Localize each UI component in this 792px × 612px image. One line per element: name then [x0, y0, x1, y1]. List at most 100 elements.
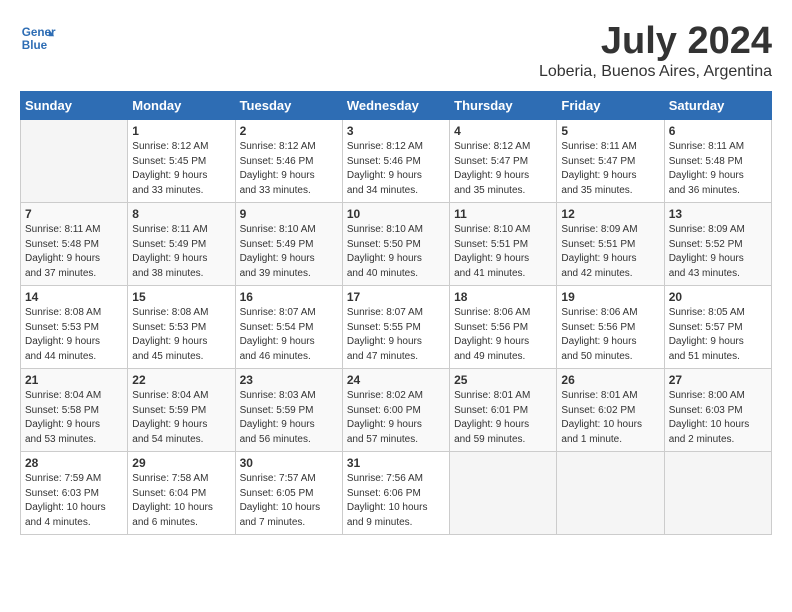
day-info: Sunrise: 7:59 AM Sunset: 6:03 PM Dayligh… — [25, 472, 123, 530]
day-number: 27 — [669, 373, 767, 387]
day-info: Sunrise: 8:08 AM Sunset: 5:53 PM Dayligh… — [25, 306, 123, 364]
calendar-day-cell: 29Sunrise: 7:58 AM Sunset: 6:04 PM Dayli… — [128, 452, 235, 535]
calendar-day-cell: 22 Sunrise: 8:04 AM Sunset: 5:59 PM Dayli… — [128, 369, 235, 452]
day-number: 7 — [25, 207, 123, 221]
calendar-day-cell: 2Sunrise: 8:12 AM Sunset: 5:46 PM Daylig… — [235, 120, 342, 203]
day-number: 22 — [132, 373, 230, 387]
day-number: 25 — [454, 373, 552, 387]
calendar-day-cell: 28 Sunrise: 7:59 AM Sunset: 6:03 PM Dayli… — [21, 452, 128, 535]
calendar-day-cell: 9Sunrise: 8:10 AM Sunset: 5:49 PM Daylig… — [235, 203, 342, 286]
day-info: Sunrise: 8:11 AM Sunset: 5:47 PM Dayligh… — [561, 140, 659, 198]
calendar-day-cell: 13Sunrise: 8:09 AM Sunset: 5:52 PM Dayli… — [664, 203, 771, 286]
day-number: 10 — [347, 207, 445, 221]
calendar-day-cell: 30Sunrise: 7:57 AM Sunset: 6:05 PM Dayli… — [235, 452, 342, 535]
day-info: Sunrise: 8:07 AM Sunset: 5:54 PM Dayligh… — [240, 306, 338, 364]
day-number: 5 — [561, 124, 659, 138]
calendar-day-cell: 7 Sunrise: 8:11 AM Sunset: 5:48 PM Daylig… — [21, 203, 128, 286]
day-info: Sunrise: 8:11 AM Sunset: 5:48 PM Dayligh… — [25, 223, 123, 281]
calendar-day-cell: 24 Sunrise: 8:02 AM Sunset: 6:00 PM Dayli… — [342, 369, 449, 452]
day-info: Sunrise: 8:01 AM Sunset: 6:01 PM Dayligh… — [454, 389, 552, 447]
calendar-day-cell: 16 Sunrise: 8:07 AM Sunset: 5:54 PM Dayli… — [235, 286, 342, 369]
calendar-header-cell: Monday — [128, 92, 235, 120]
calendar-day-cell: 25 Sunrise: 8:01 AM Sunset: 6:01 PM Dayli… — [450, 369, 557, 452]
day-number: 29 — [132, 456, 230, 470]
calendar-body: 1 Sunrise: 8:12 AM Sunset: 5:45 PM Daylig… — [21, 120, 772, 535]
calendar-day-cell: 8 Sunrise: 8:11 AM Sunset: 5:49 PM Daylig… — [128, 203, 235, 286]
calendar-header-cell: Saturday — [664, 92, 771, 120]
calendar-day-cell: 17 Sunrise: 8:07 AM Sunset: 5:55 PM Dayli… — [342, 286, 449, 369]
calendar-day-cell: 10Sunrise: 8:10 AM Sunset: 5:50 PM Dayli… — [342, 203, 449, 286]
day-info: Sunrise: 8:05 AM Sunset: 5:57 PM Dayligh… — [669, 306, 767, 364]
day-number: 16 — [240, 290, 338, 304]
day-number: 4 — [454, 124, 552, 138]
calendar-day-cell: 31 Sunrise: 7:56 AM Sunset: 6:06 PM Dayli… — [342, 452, 449, 535]
calendar-day-cell — [557, 452, 664, 535]
day-number: 18 — [454, 290, 552, 304]
month-title: July 2024 — [539, 20, 772, 63]
calendar-week-row: 21Sunrise: 8:04 AM Sunset: 5:58 PM Dayli… — [21, 369, 772, 452]
calendar-day-cell: 14 Sunrise: 8:08 AM Sunset: 5:53 PM Dayli… — [21, 286, 128, 369]
day-number: 19 — [561, 290, 659, 304]
day-number: 3 — [347, 124, 445, 138]
day-number: 23 — [240, 373, 338, 387]
day-number: 28 — [25, 456, 123, 470]
calendar-day-cell — [21, 120, 128, 203]
calendar-day-cell: 15 Sunrise: 8:08 AM Sunset: 5:53 PM Dayli… — [128, 286, 235, 369]
day-number: 8 — [132, 207, 230, 221]
day-info: Sunrise: 8:10 AM Sunset: 5:51 PM Dayligh… — [454, 223, 552, 281]
day-number: 20 — [669, 290, 767, 304]
day-info: Sunrise: 8:04 AM Sunset: 5:59 PM Dayligh… — [132, 389, 230, 447]
day-number: 31 — [347, 456, 445, 470]
day-info: Sunrise: 8:04 AM Sunset: 5:58 PM Dayligh… — [25, 389, 123, 447]
calendar-week-row: 28 Sunrise: 7:59 AM Sunset: 6:03 PM Dayli… — [21, 452, 772, 535]
calendar-header-cell: Wednesday — [342, 92, 449, 120]
title-area: July 2024 Loberia, Buenos Aires, Argenti… — [539, 20, 772, 81]
day-info: Sunrise: 8:09 AM Sunset: 5:52 PM Dayligh… — [669, 223, 767, 281]
calendar-day-cell: 4Sunrise: 8:12 AM Sunset: 5:47 PM Daylig… — [450, 120, 557, 203]
day-info: Sunrise: 8:02 AM Sunset: 6:00 PM Dayligh… — [347, 389, 445, 447]
day-info: Sunrise: 8:01 AM Sunset: 6:02 PM Dayligh… — [561, 389, 659, 447]
calendar-day-cell: 19Sunrise: 8:06 AM Sunset: 5:56 PM Dayli… — [557, 286, 664, 369]
logo-icon: General Blue — [20, 20, 56, 56]
day-info: Sunrise: 8:07 AM Sunset: 5:55 PM Dayligh… — [347, 306, 445, 364]
day-number: 17 — [347, 290, 445, 304]
day-number: 26 — [561, 373, 659, 387]
day-number: 1 — [132, 124, 230, 138]
calendar-day-cell: 6 Sunrise: 8:11 AM Sunset: 5:48 PM Daylig… — [664, 120, 771, 203]
day-number: 24 — [347, 373, 445, 387]
calendar-day-cell: 27Sunrise: 8:00 AM Sunset: 6:03 PM Dayli… — [664, 369, 771, 452]
calendar-day-cell: 23Sunrise: 8:03 AM Sunset: 5:59 PM Dayli… — [235, 369, 342, 452]
calendar-header-row: SundayMondayTuesdayWednesdayThursdayFrid… — [21, 92, 772, 120]
calendar-header-cell: Tuesday — [235, 92, 342, 120]
day-info: Sunrise: 8:11 AM Sunset: 5:49 PM Dayligh… — [132, 223, 230, 281]
calendar-day-cell: 1 Sunrise: 8:12 AM Sunset: 5:45 PM Daylig… — [128, 120, 235, 203]
calendar-header-cell: Thursday — [450, 92, 557, 120]
day-info: Sunrise: 8:06 AM Sunset: 5:56 PM Dayligh… — [454, 306, 552, 364]
day-info: Sunrise: 8:12 AM Sunset: 5:46 PM Dayligh… — [347, 140, 445, 198]
day-number: 6 — [669, 124, 767, 138]
day-number: 15 — [132, 290, 230, 304]
calendar-week-row: 1 Sunrise: 8:12 AM Sunset: 5:45 PM Daylig… — [21, 120, 772, 203]
day-info: Sunrise: 8:12 AM Sunset: 5:45 PM Dayligh… — [132, 140, 230, 198]
day-number: 2 — [240, 124, 338, 138]
calendar-day-cell — [664, 452, 771, 535]
calendar-day-cell: 5 Sunrise: 8:11 AM Sunset: 5:47 PM Daylig… — [557, 120, 664, 203]
calendar-day-cell: 20 Sunrise: 8:05 AM Sunset: 5:57 PM Dayli… — [664, 286, 771, 369]
day-number: 30 — [240, 456, 338, 470]
calendar-week-row: 14 Sunrise: 8:08 AM Sunset: 5:53 PM Dayli… — [21, 286, 772, 369]
location-title: Loberia, Buenos Aires, Argentina — [539, 63, 772, 81]
calendar-day-cell: 18 Sunrise: 8:06 AM Sunset: 5:56 PM Dayli… — [450, 286, 557, 369]
day-number: 12 — [561, 207, 659, 221]
calendar-table: SundayMondayTuesdayWednesdayThursdayFrid… — [20, 91, 772, 535]
calendar-header-cell: Sunday — [21, 92, 128, 120]
page-header: General Blue July 2024 Loberia, Buenos A… — [20, 20, 772, 81]
calendar-day-cell: 21Sunrise: 8:04 AM Sunset: 5:58 PM Dayli… — [21, 369, 128, 452]
day-info: Sunrise: 8:09 AM Sunset: 5:51 PM Dayligh… — [561, 223, 659, 281]
day-number: 14 — [25, 290, 123, 304]
day-info: Sunrise: 7:56 AM Sunset: 6:06 PM Dayligh… — [347, 472, 445, 530]
calendar-header-cell: Friday — [557, 92, 664, 120]
day-info: Sunrise: 8:11 AM Sunset: 5:48 PM Dayligh… — [669, 140, 767, 198]
day-info: Sunrise: 8:08 AM Sunset: 5:53 PM Dayligh… — [132, 306, 230, 364]
day-number: 11 — [454, 207, 552, 221]
logo: General Blue — [20, 20, 56, 56]
